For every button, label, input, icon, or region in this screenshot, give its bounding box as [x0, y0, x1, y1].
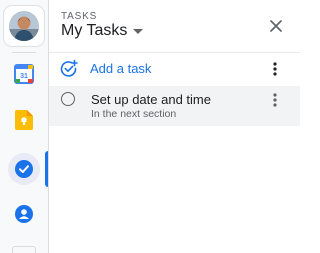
- task-list-selector[interactable]: My Tasks: [61, 22, 144, 40]
- close-button[interactable]: [264, 14, 288, 38]
- account-avatar-button[interactable]: [4, 6, 44, 46]
- add-task-button[interactable]: Add a task: [49, 55, 300, 83]
- task-title: Set up date and time: [91, 92, 211, 107]
- tasks-active-highlight: [8, 153, 40, 185]
- more-vert-icon: [273, 93, 277, 107]
- task-row[interactable]: Set up date and time In the next section: [49, 86, 300, 126]
- panel-eyebrow: TASKS: [61, 11, 98, 22]
- caret-down-icon: [133, 28, 144, 34]
- side-rail: 31: [0, 0, 48, 253]
- calendar-day-label: 31: [20, 73, 28, 80]
- contacts-icon: [15, 205, 33, 223]
- task-complete-checkbox[interactable]: [61, 92, 75, 106]
- task-options-button[interactable]: [267, 90, 283, 110]
- rail-separator: [12, 52, 36, 53]
- more-vert-icon: [273, 62, 277, 76]
- add-task-label: Add a task: [90, 61, 152, 76]
- task-subtitle: In the next section: [91, 108, 177, 120]
- keep-icon: [15, 110, 33, 130]
- close-icon: [270, 20, 282, 32]
- tasks-icon: [15, 160, 33, 178]
- add-task-icon: [60, 59, 78, 77]
- calendar-icon: 31: [14, 64, 34, 84]
- list-options-button[interactable]: [267, 59, 283, 79]
- avatar: [9, 11, 39, 41]
- rail-keep-button[interactable]: [0, 100, 48, 140]
- rail-contacts-button[interactable]: [0, 194, 48, 234]
- rail-tasks-button[interactable]: [0, 149, 48, 189]
- panel-title: My Tasks: [61, 22, 128, 39]
- rail-calendar-button[interactable]: 31: [0, 54, 48, 94]
- get-addons-icon[interactable]: [12, 246, 36, 253]
- header-divider: [49, 52, 300, 53]
- tasks-panel: TASKS My Tasks Add a task Set up date an…: [49, 0, 300, 253]
